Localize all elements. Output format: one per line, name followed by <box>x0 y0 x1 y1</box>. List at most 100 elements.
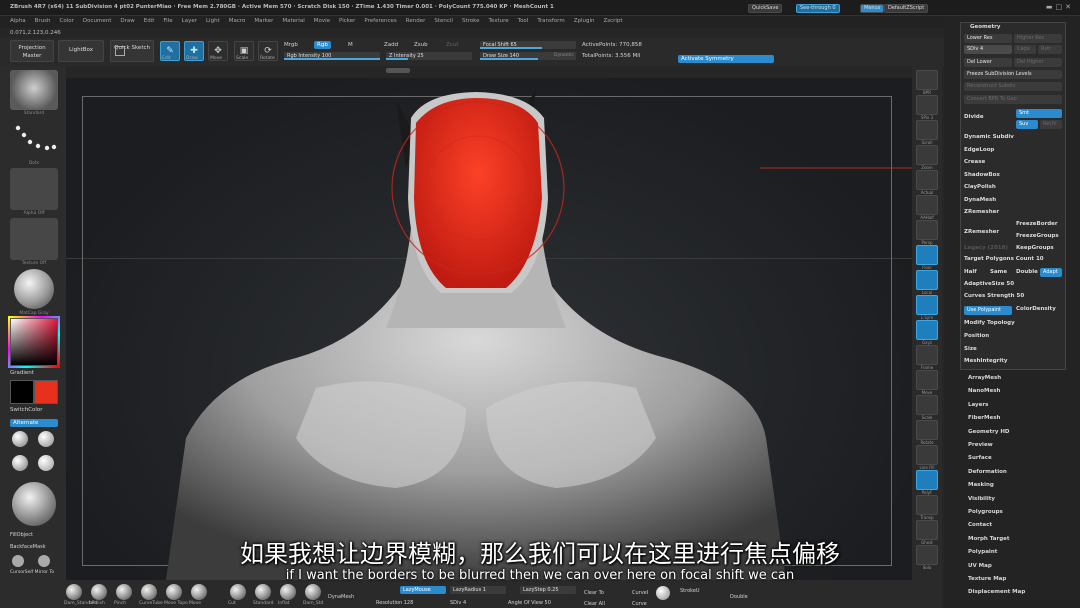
position-button[interactable]: Position <box>964 333 989 339</box>
default-zscript-button[interactable]: DefaultZScript <box>884 4 929 13</box>
menu-light[interactable]: Light <box>206 18 220 24</box>
size-button[interactable]: Size <box>964 346 977 352</box>
lazyradius-slider[interactable]: LazyRadius 1 <box>450 586 506 594</box>
color-picker[interactable] <box>10 318 58 366</box>
menu-material[interactable]: Material <box>282 18 304 24</box>
geometry-crease[interactable]: Crease <box>964 159 985 165</box>
switch-color-button[interactable]: SwitchColor <box>10 407 43 413</box>
stroke-button[interactable]: StrokeU <box>680 588 700 594</box>
rstr-button[interactable]: Rstr <box>1038 45 1062 54</box>
material-ball-3[interactable] <box>12 455 28 471</box>
menu-draw[interactable]: Draw <box>120 18 134 24</box>
menu-movie[interactable]: Movie <box>314 18 330 24</box>
angle-of-view-slider[interactable]: Angle Of View 50 <box>508 600 551 606</box>
menu-layer[interactable]: Layer <box>182 18 197 24</box>
strip-button-move[interactable] <box>916 370 938 390</box>
clear-to-button[interactable]: Clear To <box>584 590 604 596</box>
modify-topology-button[interactable]: Modify Topology <box>964 320 1015 326</box>
brush-inflat-icon[interactable] <box>280 584 296 600</box>
strip-button-gxyz[interactable] <box>916 320 938 340</box>
rgb-button[interactable]: Rgb <box>314 41 331 49</box>
zadd-button[interactable]: Zadd <box>384 42 398 48</box>
geometry-shadowbox[interactable]: ShadowBox <box>964 172 1000 178</box>
del-lower-button[interactable]: Del Lower <box>964 58 1012 67</box>
freeze-border-button[interactable]: FreezeBorder <box>1016 221 1058 227</box>
menu-stroke[interactable]: Stroke <box>462 18 480 24</box>
menu-macro[interactable]: Macro <box>229 18 246 24</box>
menu-edit[interactable]: Edit <box>144 18 155 24</box>
menu-marker[interactable]: Marker <box>254 18 273 24</box>
brush-cut-icon[interactable] <box>230 584 246 600</box>
lazystep-slider[interactable]: LazyStep 0.25 <box>520 586 576 594</box>
strip-button-line-fill[interactable] <box>916 445 938 465</box>
sdiv-slider[interactable]: SDiv 4 <box>964 45 1012 54</box>
strip-button-scale[interactable] <box>916 395 938 415</box>
brush-thumbnail[interactable] <box>10 70 58 110</box>
dynamic-button[interactable]: Dynamic <box>554 53 574 58</box>
same-button[interactable]: Same <box>990 269 1007 275</box>
subpalette-displacement-map[interactable]: Displacement Map <box>968 589 1025 595</box>
clear-all-button[interactable]: Clear All <box>584 601 605 607</box>
menu-preferences[interactable]: Preferences <box>364 18 396 24</box>
subpalette-preview[interactable]: Preview <box>968 442 993 448</box>
zremesher-section-title[interactable]: ZRemesher <box>964 209 999 215</box>
menu-tool[interactable]: Tool <box>518 18 529 24</box>
strip-button-bpr[interactable] <box>916 70 938 90</box>
zsub-button[interactable]: Zsub <box>414 42 428 48</box>
strip-button-frame[interactable] <box>916 345 938 365</box>
lazymouse-toggle[interactable]: LazyMouse <box>400 586 446 594</box>
strip-button-aahalf[interactable] <box>916 195 938 215</box>
convert-bpr-button[interactable]: Convert BPR To Geo <box>964 95 1062 104</box>
strip-button-scroll[interactable] <box>916 120 938 140</box>
curves-strength-slider[interactable]: Curves Strength 50 <box>964 293 1024 299</box>
menu-picker[interactable]: Picker <box>339 18 355 24</box>
half-button[interactable]: Half <box>964 269 977 275</box>
sculpt-model[interactable] <box>66 78 912 580</box>
brush-dam-standard-icon[interactable] <box>66 584 82 600</box>
geometry-dynamic-subdiv[interactable]: Dynamic Subdiv <box>964 134 1014 140</box>
subpalette-layers[interactable]: Layers <box>968 402 988 408</box>
higher-res-button[interactable]: Higher Res <box>1014 34 1062 43</box>
strip-button-polyf[interactable] <box>916 470 938 490</box>
cage-button[interactable]: Cage <box>1014 45 1036 54</box>
subpalette-visibility[interactable]: Visibility <box>968 496 995 502</box>
strip-button-rotate[interactable] <box>916 420 938 440</box>
see-through-slider[interactable]: See-through 0 <box>796 4 840 13</box>
strip-button-spix-3[interactable] <box>916 95 938 115</box>
divide-button[interactable]: Divide <box>964 114 984 120</box>
alpha-thumbnail[interactable] <box>10 168 58 210</box>
freeze-groups-button[interactable]: FreezeGroups <box>1016 233 1059 239</box>
brush-dam-std-icon[interactable] <box>305 584 321 600</box>
subpalette-surface[interactable]: Surface <box>968 455 992 461</box>
smt-toggle[interactable]: Smt <box>1016 109 1062 118</box>
subpalette-masking[interactable]: Masking <box>968 482 994 488</box>
legacy-button[interactable]: Legacy (2018) <box>964 245 1008 251</box>
stroke-thumbnail[interactable] <box>10 118 58 160</box>
subpalette-arraymesh[interactable]: ArrayMesh <box>968 375 1001 381</box>
subpalette-deformation[interactable]: Deformation <box>968 469 1007 475</box>
secondary-color-swatch[interactable] <box>10 380 34 404</box>
curve-button[interactable]: Curve <box>632 601 647 607</box>
material-ball-1[interactable] <box>12 431 28 447</box>
lightbox-button[interactable]: LightBox <box>58 40 104 62</box>
brush-hpolish-icon[interactable] <box>91 584 107 600</box>
quick-sketch-button[interactable]: Quick Sketch <box>110 40 154 62</box>
strip-button-actual[interactable] <box>916 170 938 190</box>
curvei-button[interactable]: CurveI <box>632 590 648 596</box>
menu-render[interactable]: Render <box>406 18 426 24</box>
strip-button-zoom[interactable] <box>916 145 938 165</box>
menu-transform[interactable]: Transform <box>537 18 564 24</box>
collapse-handle[interactable] <box>386 68 410 73</box>
double-bottom-button[interactable]: Double <box>730 594 748 600</box>
adapt-toggle[interactable]: Adapt <box>1040 268 1062 277</box>
activate-symmetry-button[interactable]: Activate Symmetry <box>678 55 774 63</box>
alternate-button[interactable]: Alternate <box>10 419 58 427</box>
strip-button-transp[interactable] <box>916 495 938 515</box>
menu-texture[interactable]: Texture <box>489 18 509 24</box>
material-ball-2[interactable] <box>38 431 54 447</box>
menu-alpha[interactable]: Alpha <box>10 18 26 24</box>
m-button[interactable]: M <box>348 42 353 48</box>
menu-color[interactable]: Color <box>60 18 74 24</box>
menu-zplugin[interactable]: Zplugin <box>574 18 595 24</box>
material-thumbnail[interactable] <box>10 268 58 310</box>
